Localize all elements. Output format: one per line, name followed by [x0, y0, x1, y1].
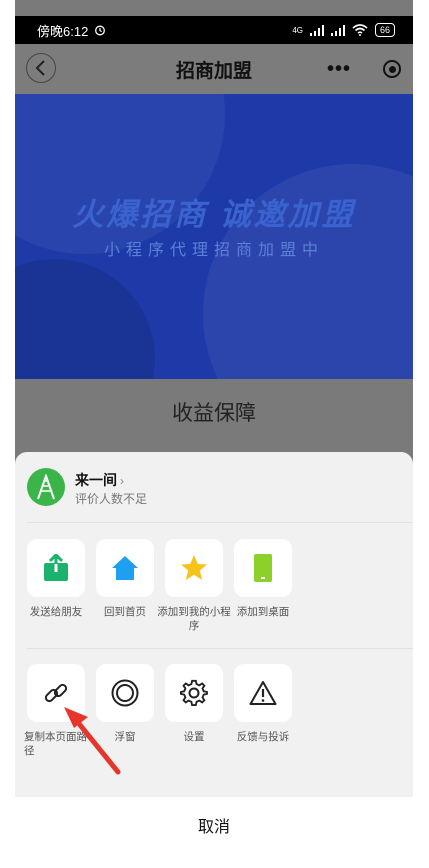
add-to-desktop-button[interactable]: 添加到桌面: [234, 539, 292, 619]
app-name: 来一间 ›: [75, 470, 124, 490]
back-to-home-button[interactable]: 回到首页: [96, 539, 154, 619]
network-type-1: 4G: [292, 25, 303, 35]
tile-label: 设置: [183, 731, 205, 743]
banner-title: 火爆招商 诚邀加盟: [72, 197, 356, 232]
capsule-menu: •••: [321, 54, 401, 84]
share-icon: [44, 554, 68, 581]
tile-box: [165, 539, 223, 597]
float-window-icon: [111, 679, 139, 707]
wifi-icon: [352, 24, 368, 36]
phone-screen: 傍晚6:12 4G 66 招商加盟 ••• 火爆招商 诚邀加盟 小程序代理招商加…: [15, 0, 413, 868]
hero-banner: 火爆招商 诚邀加盟 小程序代理招商加盟中: [15, 94, 413, 379]
tile-box: [96, 664, 154, 722]
settings-button[interactable]: 设置: [165, 664, 223, 744]
tile-box: [96, 539, 154, 597]
copy-page-path-button[interactable]: 复制本页面路径: [24, 664, 87, 758]
float-window-button[interactable]: 浮窗: [96, 664, 154, 744]
tile-box: [27, 664, 85, 722]
status-time: 傍晚6:12: [37, 23, 89, 39]
tile-box: [27, 539, 85, 597]
add-to-my-miniprogram-button[interactable]: 添加到我的小程序: [157, 539, 231, 633]
more-button[interactable]: •••: [321, 58, 351, 81]
close-miniprogram-button[interactable]: [383, 60, 401, 78]
gear-icon: [180, 679, 208, 706]
tile-box: [234, 664, 292, 722]
tile-label: 添加到桌面: [236, 606, 290, 618]
back-button[interactable]: [26, 53, 56, 83]
nav-bar: 招商加盟 •••: [15, 44, 413, 94]
divider: [27, 522, 413, 523]
battery-icon: 66: [374, 23, 395, 37]
link-icon: [44, 683, 68, 703]
banner-decoration: [15, 259, 155, 379]
tile-label: 反馈与投诉: [236, 731, 290, 743]
alarm-icon: [95, 25, 106, 36]
cancel-button[interactable]: 取消: [15, 797, 413, 868]
phone-icon: [254, 554, 272, 582]
warning-icon: [249, 681, 277, 705]
screenshot-frame: 傍晚6:12 4G 66 招商加盟 ••• 火爆招商 诚邀加盟 小程序代理招商加…: [0, 0, 429, 868]
page-title: 招商加盟: [175, 60, 252, 82]
divider: [27, 648, 413, 649]
app-name-text: 来一间: [75, 472, 117, 488]
tile-box: [165, 664, 223, 722]
chevron-right-icon: ›: [120, 474, 124, 488]
home-icon: [112, 556, 138, 580]
tile-label: 浮窗: [114, 731, 136, 743]
chevron-left-icon: [35, 60, 45, 76]
tile-label: 回到首页: [104, 606, 146, 618]
app-rating: 评价人数不足: [75, 492, 148, 506]
app-logo-icon: [27, 468, 65, 506]
status-bar: 傍晚6:12 4G 66: [15, 16, 413, 44]
signal-icon: [330, 24, 345, 36]
banner-subtitle: 小程序代理招商加盟中: [103, 242, 324, 259]
target-icon: [388, 65, 396, 73]
miniprogram-info[interactable]: 来一间 › 评价人数不足: [15, 452, 413, 522]
tile-box: [234, 539, 292, 597]
star-icon: [181, 555, 207, 580]
tile-label: 发送给朋友: [29, 606, 83, 618]
tile-label: 复制本页面路径: [24, 731, 87, 757]
send-to-friend-button[interactable]: 发送给朋友: [27, 539, 85, 619]
signal-icon: [309, 24, 324, 36]
feedback-and-complaint-button[interactable]: 反馈与投诉: [234, 664, 292, 744]
section-heading: 收益保障: [15, 379, 413, 449]
tile-label: 添加到我的小程序: [157, 606, 231, 632]
action-sheet: 来一间 › 评价人数不足 发送给朋友 回到首页 添加到我的小程序 添加到桌面 复…: [15, 452, 413, 868]
